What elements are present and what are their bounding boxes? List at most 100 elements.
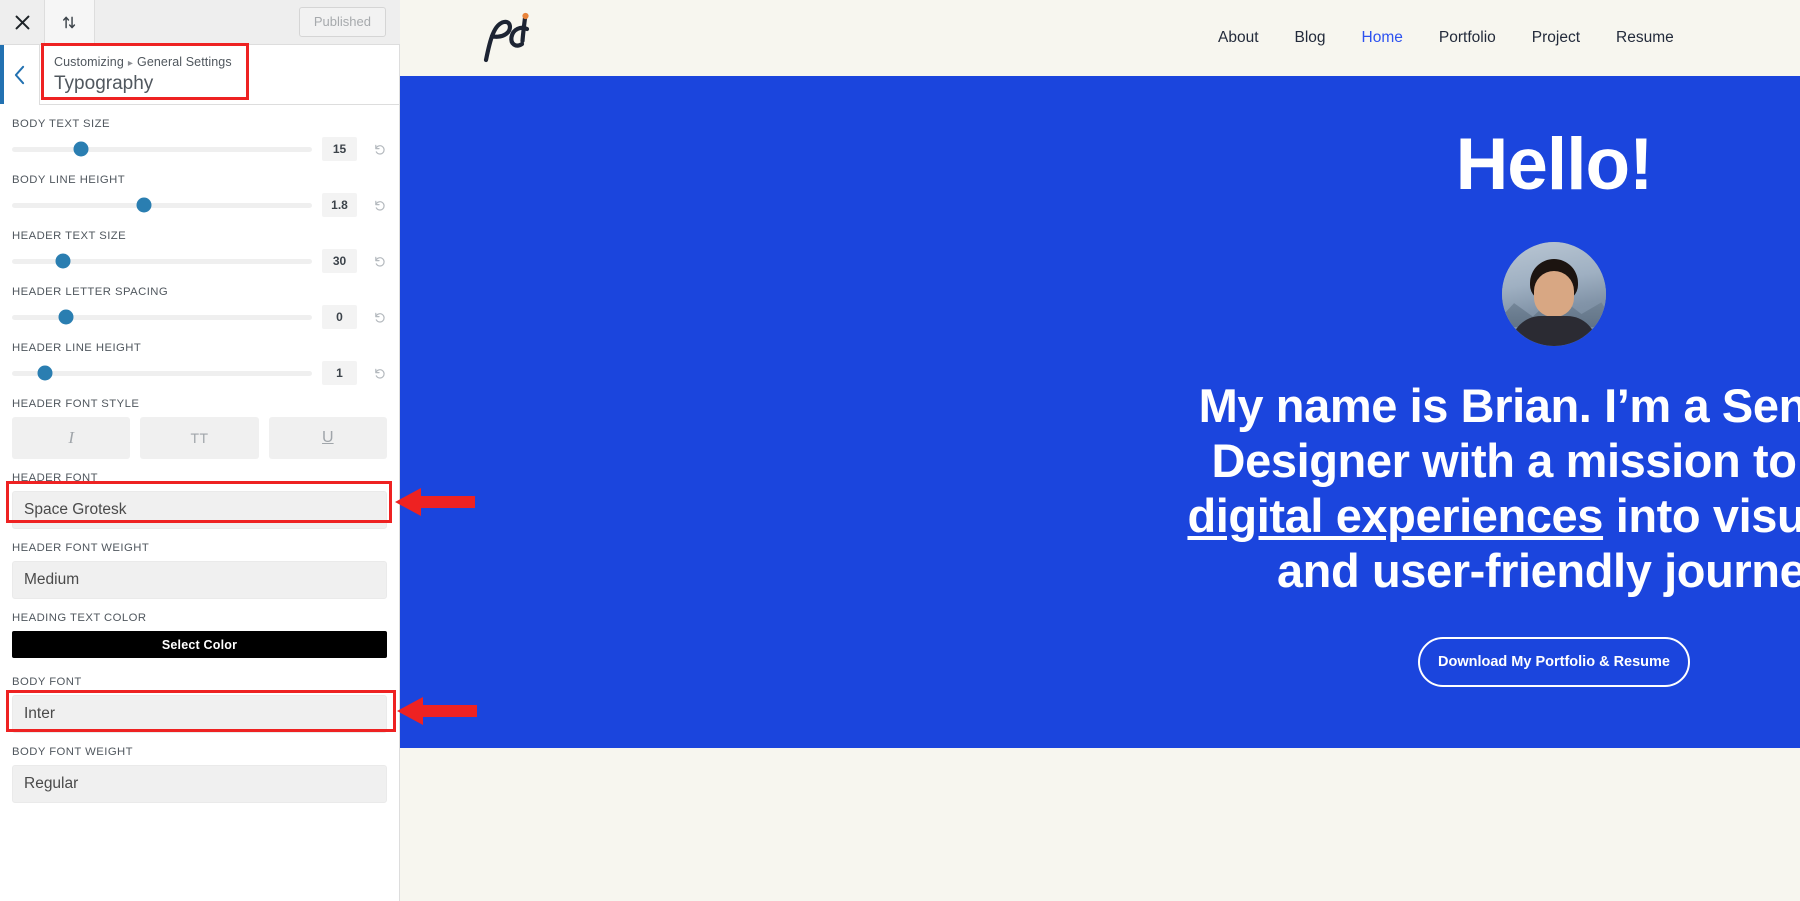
body-text-size-value[interactable]: 15 — [322, 137, 357, 161]
control-label: HEADER FONT — [12, 472, 98, 484]
reset-icon[interactable] — [371, 309, 387, 325]
header-line-height-slider[interactable] — [12, 365, 312, 381]
breadcrumb-root: Customizing — [54, 54, 124, 69]
breadcrumb-parent: General Settings — [137, 54, 232, 69]
avatar-face — [1534, 271, 1574, 318]
italic-toggle-button[interactable]: I — [12, 417, 131, 459]
reset-icon[interactable] — [371, 365, 387, 381]
breadcrumb-separator-icon: ▸ — [127, 57, 133, 69]
section-header: Customizing ▸ General Settings Typography — [0, 44, 399, 105]
site-preview-iframe[interactable]: About Blog Home Portfolio Project Resume… — [400, 0, 1800, 901]
hero-paragraph-line-2: Designer with a mission to tran — [1211, 433, 1800, 487]
nav-link-resume[interactable]: Resume — [1616, 29, 1674, 47]
hero-paragraph-line-1: My name is Brian. I’m a Senior P — [1198, 379, 1800, 432]
control-label: BODY LINE HEIGHT — [12, 174, 126, 186]
nav-link-project[interactable]: Project — [1532, 29, 1580, 47]
control-label: HEADER TEXT SIZE — [12, 230, 127, 242]
control-header-text-size: HEADER TEXT SIZE 30 — [12, 230, 387, 273]
header-text-size-value[interactable]: 30 — [322, 249, 357, 273]
control-header-font-style: HEADER FONT STYLE I TT U — [12, 398, 387, 459]
font-style-button-group: I TT U — [12, 417, 387, 459]
control-header-letter-spacing: HEADER LETTER SPACING 0 — [12, 286, 387, 329]
slider-row: 0 — [12, 305, 387, 329]
back-button[interactable] — [0, 44, 40, 105]
slider-thumb[interactable] — [37, 365, 53, 381]
slider-thumb[interactable] — [136, 197, 152, 213]
slider-track — [12, 202, 312, 208]
avatar-torso — [1511, 316, 1597, 346]
control-header-font-weight: HEADER FONT WEIGHT Medium — [12, 542, 387, 599]
control-label: HEADER FONT WEIGHT — [12, 542, 150, 554]
avatar — [1502, 242, 1606, 346]
uppercase-toggle-button[interactable]: TT — [140, 417, 259, 459]
control-body-font: BODY FONT Inter — [12, 676, 387, 733]
reset-icon[interactable] — [371, 197, 387, 213]
control-label: HEADING TEXT COLOR — [12, 612, 147, 624]
header-line-height-value[interactable]: 1 — [322, 361, 357, 385]
download-portfolio-button[interactable]: Download My Portfolio & Resume — [1418, 636, 1690, 687]
control-label: BODY FONT WEIGHT — [12, 746, 134, 758]
slider-track — [12, 314, 312, 320]
slider-thumb[interactable] — [55, 253, 71, 269]
page-title: Typography — [54, 72, 154, 94]
control-label: HEADER LINE HEIGHT — [12, 342, 142, 354]
header-text-size-slider[interactable] — [12, 253, 312, 269]
header-letter-spacing-value[interactable]: 0 — [322, 305, 357, 329]
body-line-height-slider[interactable] — [12, 197, 312, 213]
device-preview-icon[interactable] — [45, 0, 95, 44]
body-text-size-slider[interactable] — [12, 141, 312, 157]
reset-icon[interactable] — [371, 253, 387, 269]
select-color-button[interactable]: Select Color — [12, 631, 387, 658]
nav-link-about[interactable]: About — [1218, 29, 1259, 47]
body-font-select[interactable]: Inter — [12, 695, 387, 733]
header-font-select[interactable]: Space Grotesk — [12, 491, 387, 529]
control-header-font: HEADER FONT Space Grotesk — [12, 472, 387, 529]
header-font-select-wrap: Space Grotesk — [12, 491, 387, 529]
control-heading-text-color: HEADING TEXT COLOR Select Color — [12, 612, 387, 658]
nav-link-home[interactable]: Home — [1362, 29, 1403, 47]
close-customizer-icon[interactable] — [0, 0, 45, 44]
below-hero-band — [400, 748, 1800, 901]
wordpress-customizer-panel: Published Customizing ▸ General Settings T… — [0, 0, 400, 901]
customizer-controls: BODY TEXT SIZE 15 BODY LINE HEIGHT 1.8 H… — [0, 118, 399, 803]
body-font-weight-select-wrap: Regular — [12, 765, 387, 803]
nav-link-blog[interactable]: Blog — [1295, 29, 1326, 47]
body-font-weight-select[interactable]: Regular — [12, 765, 387, 803]
publish-button[interactable]: Published — [298, 6, 386, 38]
slider-row: 15 — [12, 137, 387, 161]
hero-paragraph-line-3: digital experiences into visually s — [900, 489, 1800, 544]
site-header: About Blog Home Portfolio Project Resume — [400, 0, 1800, 76]
slider-row: 30 — [12, 249, 387, 273]
header-font-weight-select[interactable]: Medium — [12, 561, 387, 599]
control-body-text-size: BODY TEXT SIZE 15 — [12, 118, 387, 161]
control-label: HEADER FONT STYLE — [12, 398, 140, 410]
control-header-line-height: HEADER LINE HEIGHT 1 — [12, 342, 387, 385]
hero-section: Hello! My name is Brian. I’m a Senior P … — [400, 76, 1800, 748]
control-body-line-height: BODY LINE HEIGHT 1.8 — [12, 174, 387, 217]
slider-thumb[interactable] — [58, 309, 74, 325]
header-font-weight-select-wrap: Medium — [12, 561, 387, 599]
slider-row: 1 — [12, 361, 387, 385]
control-label: BODY FONT — [12, 676, 82, 688]
control-label: HEADER LETTER SPACING — [12, 286, 169, 298]
reset-icon[interactable] — [371, 141, 387, 157]
header-letter-spacing-slider[interactable] — [12, 309, 312, 325]
slider-thumb[interactable] — [73, 141, 89, 157]
slider-row: 1.8 — [12, 193, 387, 217]
customizer-screen: Published Customizing ▸ General Settings T… — [0, 0, 1800, 901]
active-section-rail — [0, 45, 4, 104]
control-body-font-weight: BODY FONT WEIGHT Regular — [12, 746, 387, 803]
hero-paragraph-link[interactable]: digital experiences — [1187, 489, 1603, 542]
body-line-height-value[interactable]: 1.8 — [322, 193, 357, 217]
hero-paragraph: My name is Brian. I’m a Senior P Designe… — [900, 379, 1800, 599]
customizer-topbar: Published — [0, 0, 400, 45]
underline-toggle-button[interactable]: U — [268, 417, 387, 459]
control-label: BODY TEXT SIZE — [12, 118, 110, 130]
slider-track — [12, 146, 312, 152]
pdc-monogram-logo[interactable] — [478, 10, 542, 66]
slider-track — [12, 370, 312, 376]
body-font-select-wrap: Inter — [12, 695, 387, 733]
hero-paragraph-line-4: and user-friendly journey — [1276, 543, 1800, 597]
nav-link-portfolio[interactable]: Portfolio — [1439, 29, 1496, 47]
